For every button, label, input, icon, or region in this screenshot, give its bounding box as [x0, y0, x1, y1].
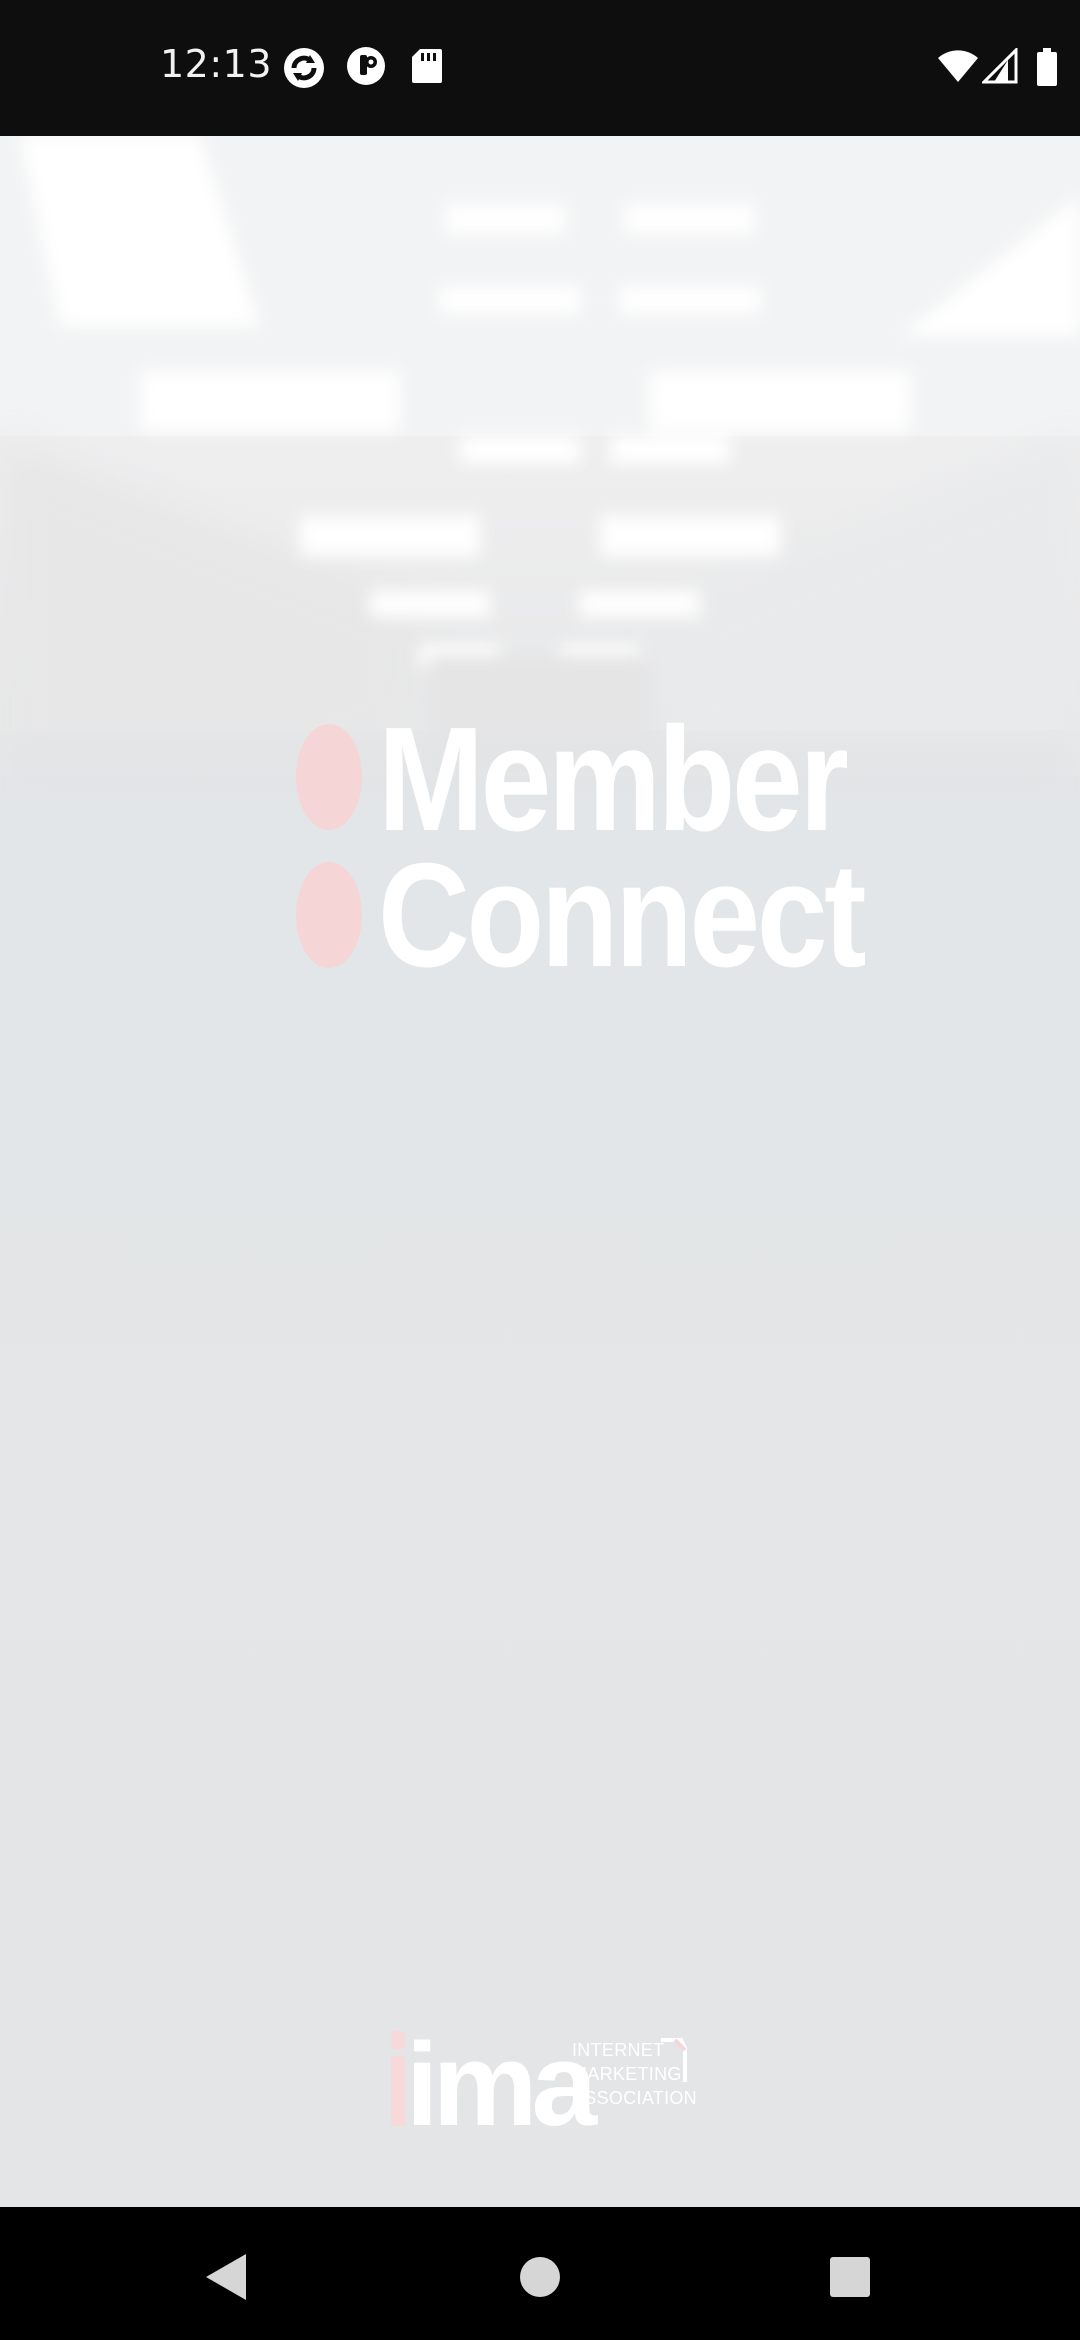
back-icon	[206, 2254, 246, 2300]
logo-text-member: Member	[378, 697, 849, 862]
home-icon	[520, 2257, 560, 2297]
status-bar: 12:13	[0, 0, 1080, 136]
wifi-icon	[936, 48, 980, 89]
ima-logo: iima INTERNET MARKETING ASSOCIATION	[385, 1986, 697, 2144]
navigation-bar	[0, 2207, 1080, 2340]
recents-button[interactable]	[810, 2237, 890, 2317]
background-image	[0, 136, 1080, 2207]
ima-i-stem	[391, 2056, 405, 2126]
ima-logo-line3: ASSOCIATION	[572, 2088, 697, 2108]
logo-dot-bottom	[296, 862, 362, 968]
ima-logo-letters: iima	[406, 2026, 597, 2144]
logo-dot-top	[296, 724, 362, 830]
app-notification-icon	[346, 46, 386, 86]
battery-icon	[1036, 48, 1058, 91]
ima-i-dot	[391, 2030, 405, 2050]
recents-icon	[830, 2257, 870, 2297]
back-button[interactable]	[186, 2237, 266, 2317]
sd-card-icon	[410, 46, 450, 86]
ima-logo-word: ima	[405, 2019, 597, 2151]
splash-screen: Member Connect iima INTERNET MARKETING A…	[0, 136, 1080, 2207]
home-button[interactable]	[500, 2237, 580, 2317]
sync-icon	[282, 46, 324, 88]
ima-logo-mark-icon	[661, 2038, 687, 2082]
status-time: 12:13	[160, 42, 273, 86]
logo-text-connect: Connect	[378, 833, 866, 998]
cell-signal-icon	[980, 46, 1018, 89]
